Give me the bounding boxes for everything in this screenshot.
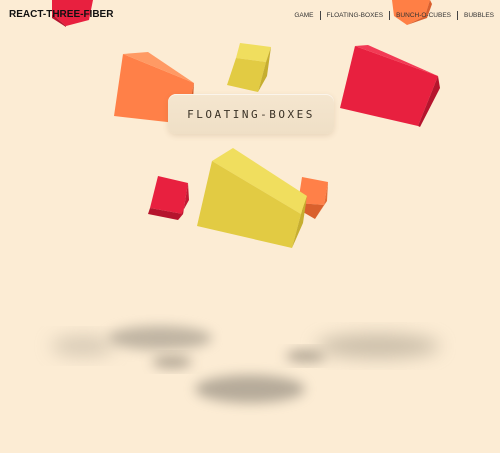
- page: REACT-THREE-FIBER GAME FLOATING-BOXES BU…: [0, 0, 500, 453]
- red-box-small: [148, 176, 189, 220]
- nav-link-floating-boxes[interactable]: FLOATING-BOXES: [327, 12, 384, 19]
- nav-divider: [389, 11, 391, 20]
- yellow-box-small: [227, 43, 271, 92]
- red-box-large: [340, 45, 440, 127]
- nav-link-bunch-o-cubes[interactable]: BUNCH-O-CUBES: [396, 12, 451, 19]
- floor-shadows: [51, 326, 440, 403]
- nav-divider: [457, 11, 458, 20]
- hero-title-label: FLOATING-BOXES: [168, 94, 334, 134]
- 3d-scene-canvas[interactable]: [0, 0, 500, 453]
- nav-link-game[interactable]: GAME: [294, 12, 313, 19]
- top-nav: GAME FLOATING-BOXES BUNCH-O-CUBES BUBBLE…: [294, 11, 494, 20]
- brand-title[interactable]: REACT-THREE-FIBER: [9, 9, 113, 20]
- nav-link-bubbles[interactable]: BUBBLES: [464, 12, 494, 19]
- nav-divider: [319, 11, 321, 20]
- yellow-box-large: [197, 148, 307, 248]
